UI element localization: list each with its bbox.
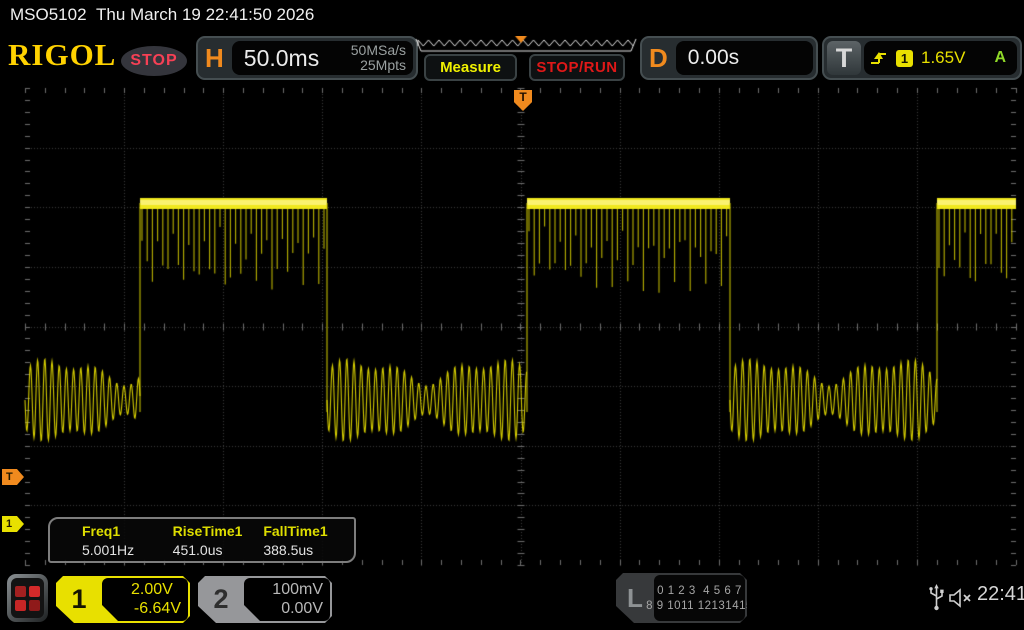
measurement-value: 388.5us <box>263 542 354 558</box>
measurement-item: RiseTime1 451.0us <box>173 523 264 558</box>
main-menu-button[interactable] <box>7 574 48 622</box>
measurement-label: RiseTime1 <box>173 523 264 539</box>
channel1-settings: 2.00V -6.64V <box>102 578 188 621</box>
measurement-label: FallTime1 <box>263 523 354 539</box>
clock: 22:41 <box>977 583 1024 606</box>
logic-row-8-15: 8 9 1011 12131415 <box>646 600 753 612</box>
channel2-scale: 100mV <box>272 581 323 599</box>
measurement-item: FallTime1 388.5us <box>263 523 354 558</box>
channel1-offset: -6.64V <box>109 600 181 618</box>
usb-icon <box>928 584 945 616</box>
menu-grid-square <box>15 600 26 611</box>
channel2-settings: 100mV 0.00V <box>244 578 330 621</box>
logic-channels-badge[interactable]: L 0 1 2 3 4 5 6 7 8 9 1011 12131415 <box>616 573 747 623</box>
measurement-label: Freq1 <box>82 523 173 539</box>
logic-channel-list: 0 1 2 3 4 5 6 7 8 9 1011 12131415 <box>654 575 745 621</box>
logic-row-0-7: 0 1 2 3 4 5 6 7 <box>657 585 742 597</box>
measurement-item: Freq1 5.001Hz <box>82 523 173 558</box>
measurement-value: 451.0us <box>173 542 264 558</box>
menu-grid-square <box>29 600 40 611</box>
sound-muted-icon <box>948 588 974 613</box>
oscilloscope-screen: { "titlebar": { "model": "MSO5102", "dat… <box>0 0 1024 630</box>
channel1-scale: 2.00V <box>131 581 173 599</box>
channel1-badge[interactable]: 1 2.00V -6.64V <box>56 576 190 623</box>
measurement-value: 5.001Hz <box>82 542 173 558</box>
channel2-offset: 0.00V <box>251 600 323 618</box>
menu-grid-icon <box>11 578 44 618</box>
menu-grid-square <box>15 586 26 597</box>
measurement-results-box[interactable]: Freq1 5.001Hz RiseTime1 451.0us FallTime… <box>48 517 356 563</box>
channel2-badge[interactable]: 2 100mV 0.00V <box>198 576 332 623</box>
menu-grid-square <box>29 586 40 597</box>
dc-coupling-icon <box>109 586 125 595</box>
dc-coupling-icon <box>251 586 266 595</box>
